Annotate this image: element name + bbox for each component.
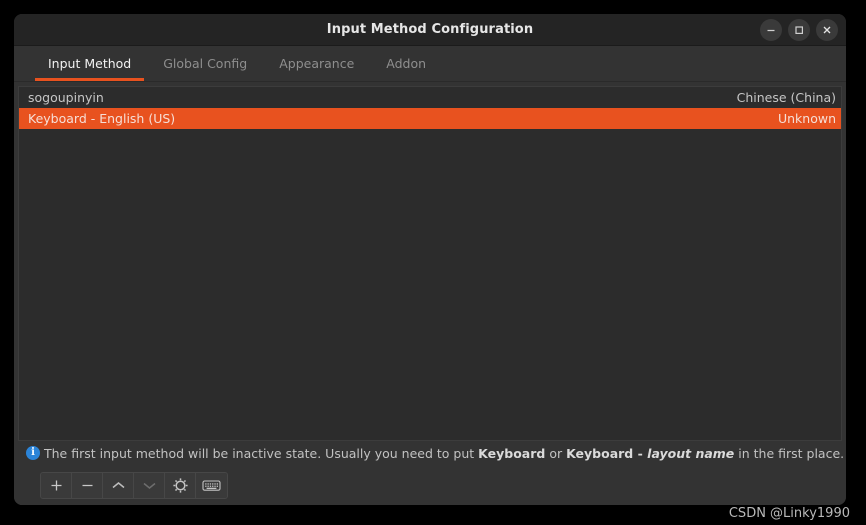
hint-italic-layout-name: layout name xyxy=(647,445,735,461)
tab-label: Input Method xyxy=(48,56,132,71)
list-item[interactable]: Keyboard - English (US) Unknown xyxy=(19,108,841,129)
tab-label: Appearance xyxy=(279,56,355,71)
keyboard-icon xyxy=(202,479,221,492)
keyboard-layout-button[interactable] xyxy=(196,472,227,498)
minimize-icon xyxy=(765,24,777,36)
window-title: Input Method Configuration xyxy=(326,22,534,37)
hint-bold-keyboard-layout: Keyboard - xyxy=(566,445,648,461)
watermark: CSDN @Linky1990 xyxy=(728,506,850,521)
hint-bar: i The first input method will be inactiv… xyxy=(18,441,844,465)
hint-part-1: The first input method will be inactive … xyxy=(44,445,479,461)
minus-icon xyxy=(80,478,95,493)
tab-label: Global Config xyxy=(163,56,248,71)
move-down-button[interactable] xyxy=(134,472,165,498)
tab-global-config[interactable]: Global Config xyxy=(147,46,263,81)
tab-input-method[interactable]: Input Method xyxy=(32,46,147,81)
chevron-down-icon xyxy=(141,478,158,493)
tab-label: Addon xyxy=(386,56,427,71)
list-toolbar xyxy=(40,471,228,499)
plus-icon xyxy=(49,478,64,493)
input-method-panel: sogoupinyin Chinese (China) Keyboard - E… xyxy=(14,82,846,505)
maximize-button[interactable] xyxy=(788,19,810,41)
configure-button[interactable] xyxy=(165,472,196,498)
screen: Input Method Configuration Input Method … xyxy=(0,0,866,525)
hint-part-2: or xyxy=(545,445,567,461)
list-item[interactable]: sogoupinyin Chinese (China) xyxy=(19,87,841,108)
window-controls xyxy=(760,14,838,46)
move-up-button[interactable] xyxy=(103,472,134,498)
chevron-up-icon xyxy=(110,478,127,493)
input-method-language: Chinese (China) xyxy=(736,90,836,105)
input-method-configuration-window: Input Method Configuration Input Method … xyxy=(14,14,846,505)
title-bar: Input Method Configuration xyxy=(14,14,846,46)
input-method-name: Keyboard - English (US) xyxy=(28,111,176,126)
input-method-list[interactable]: sogoupinyin Chinese (China) Keyboard - E… xyxy=(18,86,842,441)
hint-part-3: in the first place. xyxy=(734,445,845,461)
close-button[interactable] xyxy=(816,19,838,41)
maximize-icon xyxy=(793,24,805,36)
toolbar-area xyxy=(18,465,842,505)
tab-appearance[interactable]: Appearance xyxy=(263,46,370,81)
remove-input-method-button[interactable] xyxy=(72,472,103,498)
input-method-language: Unknown xyxy=(777,111,836,126)
tab-bar: Input Method Global Config Appearance Ad… xyxy=(14,46,846,82)
close-icon xyxy=(821,24,833,36)
gear-icon xyxy=(172,477,189,494)
hint-bold-keyboard: Keyboard xyxy=(478,445,546,461)
hint-text: The first input method will be inactive … xyxy=(44,446,844,461)
info-icon: i xyxy=(26,446,40,460)
add-input-method-button[interactable] xyxy=(41,472,72,498)
minimize-button[interactable] xyxy=(760,19,782,41)
input-method-name: sogoupinyin xyxy=(28,90,104,105)
tab-addon[interactable]: Addon xyxy=(370,46,442,81)
